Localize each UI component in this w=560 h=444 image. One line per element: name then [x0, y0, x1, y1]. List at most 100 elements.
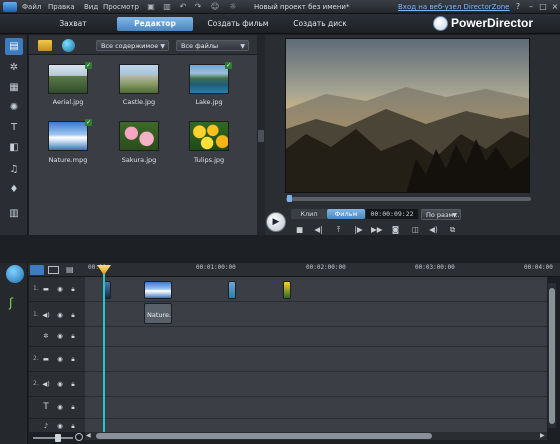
zoom-slider-thumb[interactable]: [55, 434, 61, 442]
timeline-mode-icon[interactable]: [6, 265, 24, 283]
minimize-button[interactable]: –: [526, 2, 536, 12]
timeline-playhead[interactable]: [103, 270, 105, 432]
storyboard-view-icon[interactable]: [48, 266, 59, 274]
menu-edit[interactable]: Правка: [48, 1, 75, 13]
redo-icon[interactable]: ↷: [193, 2, 203, 12]
previous-frame-icon[interactable]: ◀|: [313, 224, 324, 235]
tab-clip[interactable]: Клип: [291, 209, 327, 219]
lock-icon[interactable]: 🔒︎: [69, 285, 77, 293]
menu-file[interactable]: Файл: [22, 1, 41, 13]
snapshot-icon[interactable]: ◙: [390, 224, 401, 235]
lock-icon[interactable]: 🔒︎: [69, 380, 77, 388]
visibility-eye-icon[interactable]: ◉: [56, 355, 64, 363]
dvd-control-icon[interactable]: ◫: [410, 224, 421, 235]
tab-editor[interactable]: Редактор: [117, 17, 193, 31]
media-label[interactable]: Aerial.jpg: [38, 98, 98, 106]
close-button[interactable]: ×: [550, 2, 560, 12]
zoom-fit-icon[interactable]: [75, 433, 83, 441]
fx-room-icon[interactable]: ✲: [5, 59, 23, 76]
lock-icon[interactable]: 🔒︎: [69, 355, 77, 363]
timeline-view-icon[interactable]: [30, 265, 44, 275]
thumbnail-sakura[interactable]: [119, 121, 159, 151]
help-button[interactable]: ?: [513, 2, 523, 12]
thumbnail-lake[interactable]: [189, 64, 229, 94]
magic-tool-icon[interactable]: ʃ: [9, 296, 13, 310]
zoom-slider-track[interactable]: [33, 437, 73, 439]
tab-capture[interactable]: Захват: [44, 17, 102, 31]
settings-icon[interactable]: ☼: [228, 2, 238, 12]
lock-icon[interactable]: 🔒︎: [69, 332, 77, 340]
timeline-clip-nature-video[interactable]: [144, 281, 172, 299]
download-icon[interactable]: [62, 39, 75, 52]
lock-icon[interactable]: 🔒︎: [69, 403, 77, 411]
user-icon[interactable]: ☺: [210, 2, 220, 12]
tab-movie[interactable]: Фильм: [327, 209, 365, 219]
maximize-button[interactable]: □: [538, 2, 548, 12]
track-divider: [85, 371, 547, 372]
tab-produce[interactable]: Создать фильм: [205, 17, 271, 31]
preview-scale-dropdown[interactable]: По разм... ▼: [421, 209, 461, 220]
content-filter-dropdown[interactable]: Все содержимое ▼: [96, 40, 169, 51]
timeline-zoom-control[interactable]: [29, 432, 85, 444]
lock-icon[interactable]: 🔒︎: [69, 422, 77, 430]
media-label[interactable]: Castle.jpg: [109, 98, 169, 106]
visibility-eye-icon[interactable]: ◉: [56, 380, 64, 388]
import-folder-icon[interactable]: [38, 40, 52, 51]
volume-icon[interactable]: ◀): [428, 224, 439, 235]
thumbnail-nature[interactable]: [48, 121, 88, 151]
voiceover-room-icon[interactable]: ♦: [5, 181, 23, 198]
timeline-clip-lake[interactable]: [228, 281, 236, 299]
menu-preview[interactable]: Просмотр: [103, 1, 139, 13]
media-label[interactable]: Sakura.jpg: [109, 156, 169, 164]
tab-create-disc[interactable]: Создать диск: [285, 17, 355, 31]
timecode-display[interactable]: 00:00:09:22: [366, 209, 418, 219]
thumbnail-castle[interactable]: [119, 64, 159, 94]
menu-view[interactable]: Вид: [84, 1, 98, 13]
layout-icon[interactable]: ▥: [162, 2, 172, 12]
visibility-eye-icon[interactable]: ◉: [56, 285, 64, 293]
ruler-label: 00:04:00: [524, 264, 553, 271]
directorzone-link[interactable]: Вход на веб-узел DirectorZone: [398, 1, 509, 13]
scroll-right-icon[interactable]: ▶: [540, 432, 545, 439]
audio-room-icon[interactable]: ♫: [5, 161, 23, 178]
scroll-left-icon[interactable]: ◀: [86, 432, 91, 439]
stop-icon[interactable]: ■: [294, 224, 305, 235]
transition-room-icon[interactable]: ◧: [5, 139, 23, 156]
scrubber-handle[interactable]: [287, 195, 292, 202]
horizontal-splitter[interactable]: [0, 235, 560, 263]
timeline-clip-tulips[interactable]: [283, 281, 291, 299]
preview-scrubber[interactable]: [286, 197, 531, 201]
app-icon[interactable]: [3, 2, 17, 12]
lock-icon[interactable]: 🔒︎: [69, 311, 77, 319]
media-label[interactable]: Lake.jpg: [179, 98, 239, 106]
undo-icon[interactable]: ↶: [178, 2, 188, 12]
thumbnail-tulips[interactable]: [189, 121, 229, 151]
particle-room-icon[interactable]: ✺: [5, 99, 23, 116]
visibility-eye-icon[interactable]: ◉: [56, 311, 64, 319]
save-icon[interactable]: ▣: [146, 2, 156, 12]
header-divider: [29, 301, 85, 302]
divider-handle[interactable]: [258, 130, 264, 142]
visibility-eye-icon[interactable]: ◉: [56, 403, 64, 411]
step-back-icon[interactable]: ⤒: [333, 224, 344, 235]
undock-icon[interactable]: ⧉: [447, 224, 458, 235]
content-filter-value: Все содержимое: [101, 42, 159, 50]
media-room-icon[interactable]: ▤: [5, 38, 23, 55]
vertical-scroll-thumb[interactable]: [549, 288, 555, 424]
play-button[interactable]: ▶: [266, 212, 286, 232]
file-filter-value: Все файлы: [181, 42, 219, 50]
thumbnail-aerial[interactable]: [48, 64, 88, 94]
horizontal-scroll-thumb[interactable]: [96, 433, 432, 439]
visibility-eye-icon[interactable]: ◉: [56, 332, 64, 340]
title-room-icon[interactable]: T: [5, 119, 23, 136]
next-frame-icon[interactable]: |▶: [353, 224, 364, 235]
visibility-eye-icon[interactable]: ◉: [56, 422, 64, 430]
add-track-icon[interactable]: ▤: [66, 265, 74, 274]
media-label[interactable]: Nature.mpg: [38, 156, 98, 164]
media-label[interactable]: Tulips.jpg: [179, 156, 239, 164]
chapter-room-icon[interactable]: ▥: [5, 205, 23, 222]
pip-room-icon[interactable]: ▦: [5, 79, 23, 96]
timeline-clip-nature-audio[interactable]: Nature.: [144, 303, 172, 324]
file-filter-dropdown[interactable]: Все файлы ▼: [176, 40, 249, 51]
fast-forward-icon[interactable]: ▶▶: [371, 224, 383, 235]
